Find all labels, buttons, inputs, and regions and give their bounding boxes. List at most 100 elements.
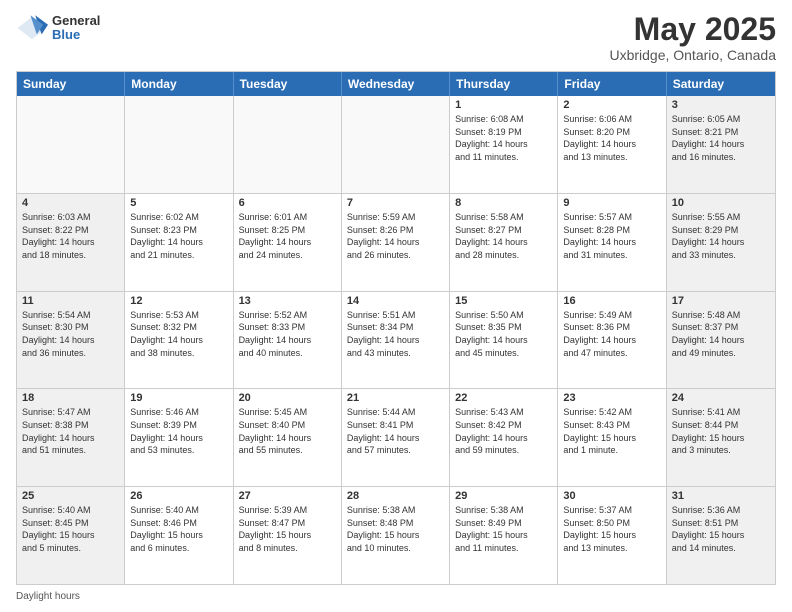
day-info: Sunrise: 5:40 AM Sunset: 8:46 PM Dayligh… bbox=[130, 504, 227, 554]
day-info: Sunrise: 5:54 AM Sunset: 8:30 PM Dayligh… bbox=[22, 309, 119, 359]
day-number: 2 bbox=[563, 99, 660, 111]
day-number: 18 bbox=[22, 392, 119, 404]
calendar-cell: 13 Sunrise: 5:52 AM Sunset: 8:33 PM Dayli… bbox=[234, 292, 342, 389]
logo: General Blue bbox=[16, 12, 100, 44]
calendar-cell: 29 Sunrise: 5:38 AM Sunset: 8:49 PM Dayli… bbox=[450, 487, 558, 584]
day-number: 14 bbox=[347, 295, 444, 307]
calendar-day-header: Tuesday bbox=[234, 72, 342, 96]
calendar-day-header: Sunday bbox=[17, 72, 125, 96]
calendar-cell: 6Sunrise: 6:01 AM Sunset: 8:25 PM Daylig… bbox=[234, 194, 342, 291]
calendar-header: SundayMondayTuesdayWednesdayThursdayFrid… bbox=[17, 72, 775, 96]
calendar-body: 1 Sunrise: 6:08 AM Sunset: 8:19 PM Daylig… bbox=[17, 96, 775, 584]
logo-blue: Blue bbox=[52, 28, 100, 42]
day-number: 30 bbox=[563, 490, 660, 502]
day-info: Sunrise: 5:53 AM Sunset: 8:32 PM Dayligh… bbox=[130, 309, 227, 359]
footer-label: Daylight hours bbox=[16, 591, 80, 602]
calendar-cell: 9Sunrise: 5:57 AM Sunset: 8:28 PM Daylig… bbox=[558, 194, 666, 291]
calendar-cell bbox=[234, 96, 342, 193]
day-number: 21 bbox=[347, 392, 444, 404]
day-number: 20 bbox=[239, 392, 336, 404]
day-info: Sunrise: 6:02 AM Sunset: 8:23 PM Dayligh… bbox=[130, 211, 227, 261]
day-number: 29 bbox=[455, 490, 552, 502]
day-number: 5 bbox=[130, 197, 227, 209]
calendar-cell: 11 Sunrise: 5:54 AM Sunset: 8:30 PM Dayli… bbox=[17, 292, 125, 389]
calendar-cell: 26Sunrise: 5:40 AM Sunset: 8:46 PM Dayli… bbox=[125, 487, 233, 584]
footer: Daylight hours bbox=[16, 591, 776, 602]
calendar-day-header: Monday bbox=[125, 72, 233, 96]
calendar-row: 11 Sunrise: 5:54 AM Sunset: 8:30 PM Dayli… bbox=[17, 291, 775, 389]
calendar-cell: 19 Sunrise: 5:46 AM Sunset: 8:39 PM Dayli… bbox=[125, 389, 233, 486]
calendar-cell: 25 Sunrise: 5:40 AM Sunset: 8:45 PM Dayli… bbox=[17, 487, 125, 584]
day-info: Sunrise: 5:47 AM Sunset: 8:38 PM Dayligh… bbox=[22, 406, 119, 456]
day-number: 7 bbox=[347, 197, 444, 209]
calendar-cell: 21 Sunrise: 5:44 AM Sunset: 8:41 PM Dayli… bbox=[342, 389, 450, 486]
day-info: Sunrise: 5:44 AM Sunset: 8:41 PM Dayligh… bbox=[347, 406, 444, 456]
calendar-cell: 5 Sunrise: 6:02 AM Sunset: 8:23 PM Daylig… bbox=[125, 194, 233, 291]
day-info: Sunrise: 5:57 AM Sunset: 8:28 PM Dayligh… bbox=[563, 211, 660, 261]
calendar-cell: 8Sunrise: 5:58 AM Sunset: 8:27 PM Daylig… bbox=[450, 194, 558, 291]
day-info: Sunrise: 6:06 AM Sunset: 8:20 PM Dayligh… bbox=[563, 113, 660, 163]
calendar-cell: 15Sunrise: 5:50 AM Sunset: 8:35 PM Dayli… bbox=[450, 292, 558, 389]
day-number: 25 bbox=[22, 490, 119, 502]
day-number: 3 bbox=[672, 99, 770, 111]
day-info: Sunrise: 5:37 AM Sunset: 8:50 PM Dayligh… bbox=[563, 504, 660, 554]
day-info: Sunrise: 5:50 AM Sunset: 8:35 PM Dayligh… bbox=[455, 309, 552, 359]
month-title: May 2025 bbox=[609, 12, 776, 47]
calendar-cell: 22 Sunrise: 5:43 AM Sunset: 8:42 PM Dayli… bbox=[450, 389, 558, 486]
calendar-cell: 28Sunrise: 5:38 AM Sunset: 8:48 PM Dayli… bbox=[342, 487, 450, 584]
calendar-cell: 3 Sunrise: 6:05 AM Sunset: 8:21 PM Daylig… bbox=[667, 96, 775, 193]
calendar: SundayMondayTuesdayWednesdayThursdayFrid… bbox=[16, 71, 776, 585]
calendar-cell: 16Sunrise: 5:49 AM Sunset: 8:36 PM Dayli… bbox=[558, 292, 666, 389]
calendar-cell: 24 Sunrise: 5:41 AM Sunset: 8:44 PM Dayli… bbox=[667, 389, 775, 486]
day-info: Sunrise: 6:03 AM Sunset: 8:22 PM Dayligh… bbox=[22, 211, 119, 261]
day-info: Sunrise: 6:01 AM Sunset: 8:25 PM Dayligh… bbox=[239, 211, 336, 261]
day-info: Sunrise: 5:52 AM Sunset: 8:33 PM Dayligh… bbox=[239, 309, 336, 359]
day-info: Sunrise: 5:43 AM Sunset: 8:42 PM Dayligh… bbox=[455, 406, 552, 456]
day-number: 1 bbox=[455, 99, 552, 111]
header: General Blue May 2025 Uxbridge, Ontario,… bbox=[16, 12, 776, 63]
day-info: Sunrise: 5:42 AM Sunset: 8:43 PM Dayligh… bbox=[563, 406, 660, 456]
day-number: 17 bbox=[672, 295, 770, 307]
day-info: Sunrise: 5:38 AM Sunset: 8:49 PM Dayligh… bbox=[455, 504, 552, 554]
day-info: Sunrise: 5:59 AM Sunset: 8:26 PM Dayligh… bbox=[347, 211, 444, 261]
day-number: 27 bbox=[239, 490, 336, 502]
day-info: Sunrise: 5:49 AM Sunset: 8:36 PM Dayligh… bbox=[563, 309, 660, 359]
calendar-row: 18 Sunrise: 5:47 AM Sunset: 8:38 PM Dayli… bbox=[17, 388, 775, 486]
day-number: 10 bbox=[672, 197, 770, 209]
day-number: 24 bbox=[672, 392, 770, 404]
day-number: 11 bbox=[22, 295, 119, 307]
calendar-cell: 27Sunrise: 5:39 AM Sunset: 8:47 PM Dayli… bbox=[234, 487, 342, 584]
logo-general: General bbox=[52, 14, 100, 28]
day-info: Sunrise: 6:05 AM Sunset: 8:21 PM Dayligh… bbox=[672, 113, 770, 163]
location-subtitle: Uxbridge, Ontario, Canada bbox=[609, 47, 776, 63]
calendar-cell: 31Sunrise: 5:36 AM Sunset: 8:51 PM Dayli… bbox=[667, 487, 775, 584]
day-info: Sunrise: 5:36 AM Sunset: 8:51 PM Dayligh… bbox=[672, 504, 770, 554]
calendar-cell: 17 Sunrise: 5:48 AM Sunset: 8:37 PM Dayli… bbox=[667, 292, 775, 389]
day-info: Sunrise: 6:08 AM Sunset: 8:19 PM Dayligh… bbox=[455, 113, 552, 163]
calendar-cell: 23 Sunrise: 5:42 AM Sunset: 8:43 PM Dayli… bbox=[558, 389, 666, 486]
day-number: 23 bbox=[563, 392, 660, 404]
calendar-day-header: Thursday bbox=[450, 72, 558, 96]
day-number: 4 bbox=[22, 197, 119, 209]
day-number: 12 bbox=[130, 295, 227, 307]
title-block: May 2025 Uxbridge, Ontario, Canada bbox=[609, 12, 776, 63]
day-number: 13 bbox=[239, 295, 336, 307]
day-number: 22 bbox=[455, 392, 552, 404]
day-number: 19 bbox=[130, 392, 227, 404]
calendar-cell: 4 Sunrise: 6:03 AM Sunset: 8:22 PM Daylig… bbox=[17, 194, 125, 291]
calendar-cell bbox=[342, 96, 450, 193]
calendar-day-header: Friday bbox=[558, 72, 666, 96]
day-number: 28 bbox=[347, 490, 444, 502]
calendar-row: 4 Sunrise: 6:03 AM Sunset: 8:22 PM Daylig… bbox=[17, 193, 775, 291]
calendar-cell: 12 Sunrise: 5:53 AM Sunset: 8:32 PM Dayli… bbox=[125, 292, 233, 389]
page: General Blue May 2025 Uxbridge, Ontario,… bbox=[0, 0, 792, 612]
day-info: Sunrise: 5:40 AM Sunset: 8:45 PM Dayligh… bbox=[22, 504, 119, 554]
day-info: Sunrise: 5:51 AM Sunset: 8:34 PM Dayligh… bbox=[347, 309, 444, 359]
calendar-cell: 14 Sunrise: 5:51 AM Sunset: 8:34 PM Dayli… bbox=[342, 292, 450, 389]
day-info: Sunrise: 5:41 AM Sunset: 8:44 PM Dayligh… bbox=[672, 406, 770, 456]
day-number: 8 bbox=[455, 197, 552, 209]
calendar-cell: 7 Sunrise: 5:59 AM Sunset: 8:26 PM Daylig… bbox=[342, 194, 450, 291]
day-info: Sunrise: 5:46 AM Sunset: 8:39 PM Dayligh… bbox=[130, 406, 227, 456]
calendar-cell: 18 Sunrise: 5:47 AM Sunset: 8:38 PM Dayli… bbox=[17, 389, 125, 486]
day-info: Sunrise: 5:48 AM Sunset: 8:37 PM Dayligh… bbox=[672, 309, 770, 359]
